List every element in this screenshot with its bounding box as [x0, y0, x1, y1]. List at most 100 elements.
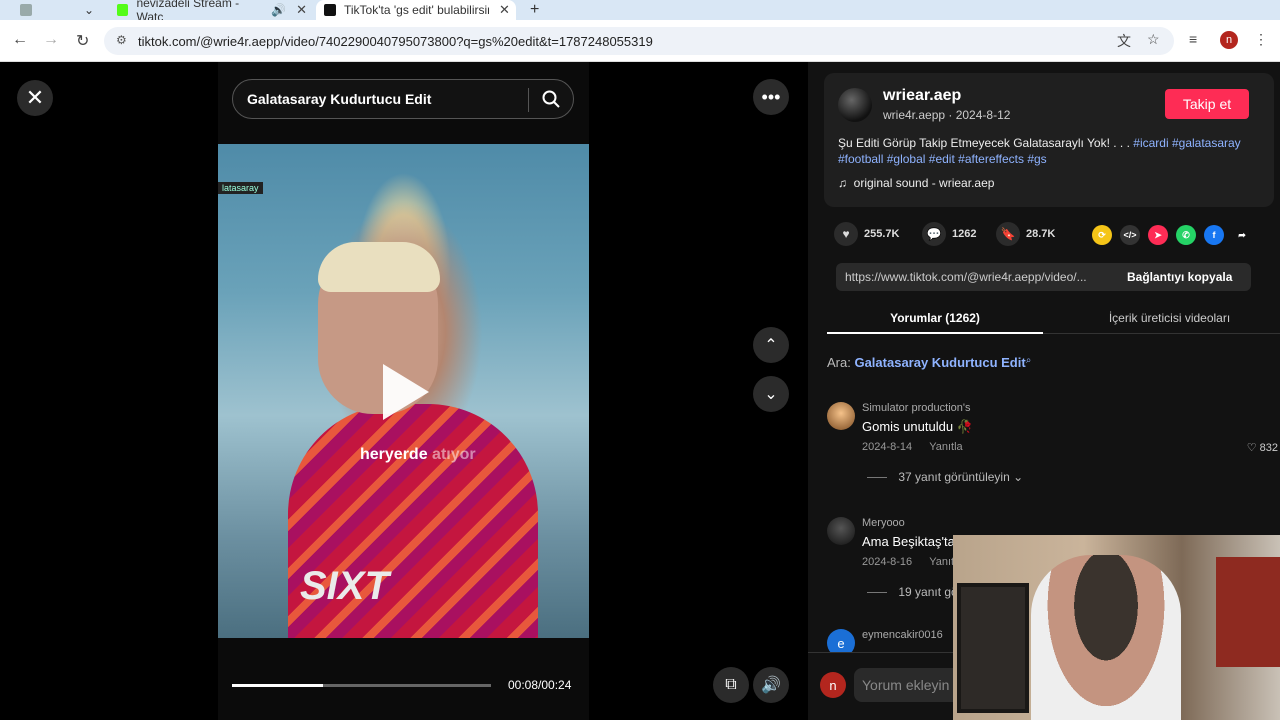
commenter-avatar[interactable] [827, 517, 855, 545]
profile-avatar[interactable]: n [1220, 31, 1238, 49]
comment-icon: 💬 [922, 222, 946, 246]
translate-icon[interactable]: 文 [1117, 31, 1131, 51]
comment-meta: 2024-8-14 Yanıtla [862, 441, 963, 453]
reply-button[interactable]: Yanıtla [929, 441, 962, 453]
caption-dim: atıyor [432, 446, 476, 463]
view-replies-button[interactable]: 19 yanıt gö [867, 585, 957, 599]
commenter-avatar[interactable] [827, 402, 855, 430]
view-replies-button[interactable]: 37 yanıt görüntüleyin ⌄ [867, 470, 1023, 484]
search-input[interactable]: Galatasaray Kudurtucu Edit [232, 79, 574, 119]
tiktok-icon [324, 4, 336, 16]
wall-poster [1216, 557, 1280, 667]
comment-count: 1262 [952, 228, 977, 240]
video-caption: heryerde atıyor [360, 446, 476, 464]
bookmark-icon: 🔖 [996, 222, 1020, 246]
creator-avatar[interactable] [838, 88, 872, 122]
media-control-icon[interactable]: ≡ [1189, 31, 1197, 47]
reload-icon[interactable]: ↻ [76, 31, 89, 51]
site-info-icon[interactable]: ⚙ [116, 33, 127, 47]
whatsapp-icon[interactable]: ✆ [1176, 225, 1196, 245]
video-link: https://www.tiktok.com/@wrie4r.aepp/vide… [845, 270, 1087, 284]
search-term: Galatasaray Kudurtucu Edit [854, 355, 1026, 370]
search-icon: ⌕ [1025, 355, 1032, 366]
previous-video-button[interactable]: ⌃ [753, 327, 789, 363]
search-divider [528, 88, 529, 112]
tab-pinned[interactable] [20, 0, 60, 20]
sound-link[interactable]: ♫ original sound - wriear.aep [838, 176, 994, 190]
chevron-down-icon: ⌄ [1013, 470, 1024, 484]
progress-bar[interactable] [232, 684, 491, 687]
video-frame[interactable]: latasaray heryerde atıyor SIXT [218, 144, 589, 638]
hashtag[interactable]: #aftereffects [958, 152, 1024, 166]
save-button[interactable]: 🔖 28.7K [996, 222, 1055, 246]
chevron-down-icon: ⌄ [764, 386, 778, 403]
panel-tabs: Yorumlar (1262) İçerik üreticisi videola… [827, 302, 1280, 334]
chevron-up-icon: ⌃ [764, 337, 778, 354]
tab-creator-videos[interactable]: İçerik üreticisi videoları [1067, 311, 1272, 325]
player-hair [318, 242, 440, 292]
webcam-overlay [953, 535, 1280, 720]
music-note-icon: ♫ [838, 176, 847, 190]
like-button[interactable]: ♥ 255.7K [834, 222, 899, 246]
menu-icon[interactable]: ⋮ [1254, 31, 1268, 48]
search-icon[interactable] [541, 89, 561, 109]
back-icon[interactable]: ← [12, 31, 28, 49]
close-video-button[interactable]: ✕ [17, 80, 53, 116]
comment-button[interactable]: 💬 1262 [922, 222, 976, 246]
volume-icon: 🔊 [761, 677, 781, 694]
creator-name[interactable]: wriear.aep [883, 87, 961, 105]
next-video-button[interactable]: ⌄ [753, 376, 789, 412]
wall-frame [957, 583, 1029, 713]
commenter-name[interactable]: eymencakir0016 [862, 629, 943, 641]
mini-player-button[interactable]: ⧉ [713, 667, 749, 703]
facebook-icon[interactable]: f [1204, 225, 1224, 245]
tab-dropdown[interactable]: ⌄ [84, 0, 94, 20]
current-user-avatar[interactable]: n [820, 672, 846, 698]
comment-text: Gomis unutuldu 🥀 [862, 419, 973, 434]
tab-tiktok[interactable]: TikTok'ta 'gs edit' bulabilirsin ✕ [316, 0, 516, 20]
play-icon[interactable] [383, 364, 429, 420]
creator-handle-date: wrie4r.aepp · 2024-8-12 [883, 108, 1011, 122]
embed-icon[interactable]: </> [1120, 225, 1140, 245]
hashtag[interactable]: #edit [929, 152, 955, 166]
related-search[interactable]: Ara: Galatasaray Kudurtucu Edit⌕ [827, 355, 1031, 370]
mini-player-icon: ⧉ [725, 676, 737, 693]
close-icon[interactable]: ✕ [499, 2, 510, 18]
commenter-name[interactable]: Simulator production's [862, 402, 971, 414]
search-label: Ara: [827, 355, 851, 370]
view-replies-label: 37 yanıt görüntüleyin [898, 470, 1010, 484]
hashtag[interactable]: #gs [1027, 152, 1046, 166]
audio-icon: 🔊 [271, 3, 287, 17]
comment-meta: 2024-8-16 Yanıtla [862, 556, 963, 568]
share-arrow-icon[interactable]: ➦ [1232, 225, 1252, 245]
repost-icon[interactable]: ⟳ [1092, 225, 1112, 245]
sound-name: original sound - wriear.aep [853, 176, 995, 190]
tab-title: TikTok'ta 'gs edit' bulabilirsin [344, 3, 489, 17]
hashtag[interactable]: #football [838, 152, 883, 166]
close-icon[interactable]: ✕ [296, 2, 307, 18]
volume-button[interactable]: 🔊 [753, 667, 789, 703]
comment-like-button[interactable]: ♡ 832 [1247, 441, 1278, 454]
new-tab-button[interactable]: + [530, 0, 539, 20]
more-options-button[interactable]: ••• [753, 79, 789, 115]
send-icon[interactable]: ➤ [1148, 225, 1168, 245]
forward-icon[interactable]: → [43, 31, 59, 49]
hashtag[interactable]: #icardi [1133, 136, 1168, 150]
url-text: tiktok.com/@wrie4r.aepp/video/7402290040… [138, 33, 653, 49]
bookmark-star-icon[interactable]: ☆ [1147, 31, 1160, 48]
hashtag[interactable]: #global [887, 152, 926, 166]
commenter-name[interactable]: Meryooo [862, 517, 905, 529]
follow-button[interactable]: Takip et [1165, 89, 1249, 119]
description-text: Şu Editi Görüp Takip Etmeyecek Galatasar… [838, 136, 1134, 150]
hashtag[interactable]: #galatasaray [1172, 136, 1241, 150]
comment-date: 2024-8-14 [862, 441, 913, 453]
comment-item: Simulator production's Gomis unutuldu 🥀 … [827, 402, 1278, 492]
copy-link-button[interactable]: Bağlantıyı kopyala [1127, 270, 1232, 284]
tab-stream[interactable]: nevizadeli Stream - Watc 🔊 ✕ [117, 0, 307, 24]
chevron-down-icon: ⌄ [84, 3, 95, 17]
tab-comments[interactable]: Yorumlar (1262) [827, 311, 1043, 325]
address-bar-row: ← → ↻ ⚙ tiktok.com/@wrie4r.aepp/video/74… [0, 20, 1280, 62]
save-count: 28.7K [1026, 228, 1056, 240]
video-info-card: wriear.aep wrie4r.aepp · 2024-8-12 Takip… [824, 73, 1274, 207]
url-field[interactable]: ⚙ tiktok.com/@wrie4r.aepp/video/74022900… [104, 27, 1174, 55]
